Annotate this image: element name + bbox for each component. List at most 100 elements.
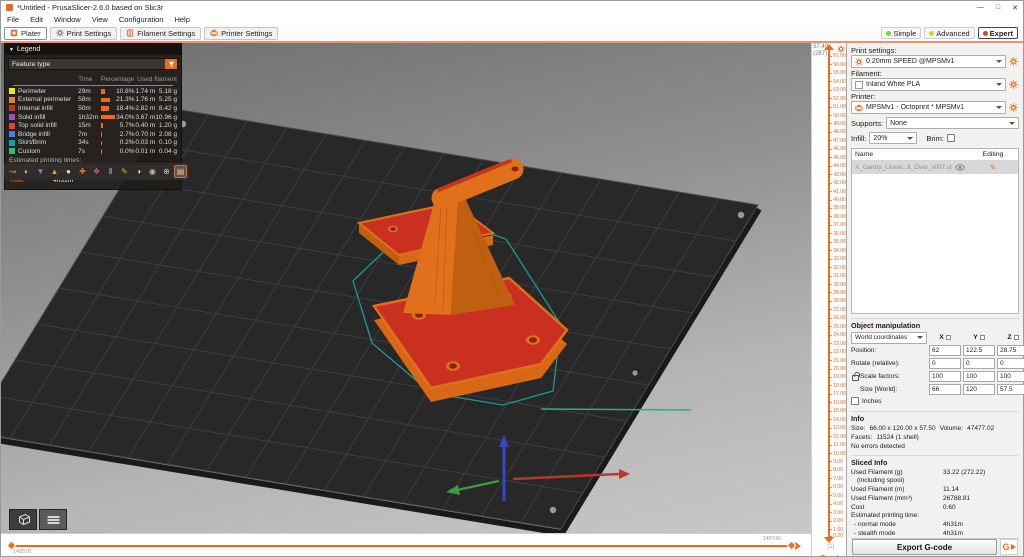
brim-checkbox[interactable] <box>947 134 955 142</box>
feature-filter-icon[interactable] <box>165 59 177 69</box>
color-changes-icon[interactable]: ❖ <box>90 165 103 178</box>
scale-factors-x-field[interactable] <box>929 371 961 382</box>
legend-toggle-icon[interactable]: ▤ <box>174 165 187 178</box>
layer-slider-handle-top[interactable] <box>824 44 834 50</box>
edit-print-settings-icon[interactable] <box>1008 57 1019 67</box>
minimize-button[interactable]: — <box>977 4 984 12</box>
position-x-field[interactable] <box>929 345 961 356</box>
inches-checkbox[interactable] <box>851 397 859 405</box>
size-world-z-field[interactable] <box>997 384 1024 395</box>
feature-color-swatch <box>9 148 15 154</box>
edit-printer-icon[interactable] <box>1008 103 1019 113</box>
rotate-relative-x-field[interactable] <box>929 358 961 369</box>
retractions-icon[interactable]: ▼ <box>34 165 47 178</box>
scale-factors-z-field[interactable] <box>997 371 1024 382</box>
uniform-scale-lock-icon[interactable] <box>852 375 859 381</box>
rotate-relative-z-field[interactable] <box>997 358 1024 369</box>
legend-header[interactable]: ▼Legend <box>5 44 181 55</box>
layer-tick: 6.00 <box>833 484 847 490</box>
position-z-field[interactable] <box>997 345 1024 356</box>
layer-tick: 19.00 <box>833 374 847 380</box>
sliced-label: Used Filament (m) <box>851 486 943 493</box>
tab-print-settings[interactable]: Print Settings <box>50 27 118 40</box>
tab-plater[interactable]: Plater <box>4 27 47 40</box>
layer-tick: 17.00 <box>833 391 847 397</box>
view-type-dropdown[interactable]: Feature type <box>8 58 178 70</box>
volume-label: Volume: <box>940 425 964 432</box>
3d-view-button[interactable] <box>9 509 37 530</box>
export-gcode-button[interactable]: Export G-code <box>852 539 997 555</box>
print-settings-label: Print settings: <box>851 46 1019 55</box>
menu-edit[interactable]: Edit <box>30 15 43 24</box>
sliced-info-title: Sliced Info <box>851 458 1019 468</box>
mode-advanced[interactable]: Advanced <box>924 27 974 39</box>
infill-dropdown[interactable]: 20% <box>869 132 917 144</box>
layer-tick: 4.00 <box>833 501 847 507</box>
print-settings-dropdown[interactable]: 0.20mm SPEED @MPSMv1 <box>851 55 1006 68</box>
legend-row-custom: Custom7s0.0%0.01 m0.04 g <box>9 147 177 156</box>
app-logo-icon <box>6 4 13 11</box>
size-world-y-field[interactable] <box>963 384 995 395</box>
time-row-stealth-mode: - stealth mode4h31m <box>851 529 1019 538</box>
layer-tick: 33.00 <box>833 256 847 262</box>
feature-label: Custom <box>18 148 40 155</box>
legend-row-top-solid-infill: Top solid infill15m5.7%0.40 m1.20 g <box>9 121 177 130</box>
menu-file[interactable]: File <box>7 15 19 24</box>
pause-prints-icon[interactable]: ‖ <box>104 165 117 178</box>
layer-tick: 15.00 <box>833 408 847 414</box>
info-title: Info <box>851 414 1019 424</box>
mode-label: Advanced <box>936 29 969 38</box>
maximize-button[interactable]: □ <box>996 4 1000 12</box>
supports-dropdown[interactable]: None <box>886 117 1019 129</box>
object-row[interactable]: X_Gantry_Linear...lt_Over_v007.stl ✎ <box>852 161 1018 174</box>
window-title: *Untitled - PrusaSlicer-2.6.0 based on S… <box>17 3 163 12</box>
deretractions-icon[interactable]: ▲ <box>48 165 61 178</box>
feature-percent-bar <box>101 89 106 94</box>
layers-view-button[interactable] <box>39 509 67 530</box>
manipulation-row-label: Scale factors: <box>851 373 927 380</box>
center-view-icon[interactable]: ⊕ <box>160 165 173 178</box>
tab-label: Filament Settings <box>137 29 195 38</box>
wipe-icon[interactable]: ◐ <box>20 165 33 178</box>
layer-tick: 46.00 <box>833 146 847 152</box>
scale-factors-y-field[interactable] <box>963 371 995 382</box>
feature-time: 1h32m <box>78 114 101 121</box>
tab-filament-settings[interactable]: Filament Settings <box>120 27 201 40</box>
edit-filament-icon[interactable] <box>1008 80 1019 90</box>
menu-help[interactable]: Help <box>174 15 189 24</box>
size-world-x-field[interactable] <box>929 384 961 395</box>
feature-percent-bar <box>101 106 109 111</box>
printer-dropdown[interactable]: MPSMv1 - Octoprint * MPSMv1 <box>851 101 1006 114</box>
send-gcode-icon[interactable]: G <box>1000 539 1018 555</box>
feature-meters: 0.03 m <box>135 139 156 146</box>
slider-settings-icon[interactable] <box>837 45 845 53</box>
menu-view[interactable]: View <box>92 15 108 24</box>
travel-icon[interactable]: ↝ <box>6 165 19 178</box>
tab-label: Printer Settings <box>221 29 272 38</box>
position-y-field[interactable] <box>963 345 995 356</box>
view-type-value: Feature type <box>12 61 50 68</box>
tab-printer-settings[interactable]: Printer Settings <box>204 27 278 40</box>
layer-slider-handle-bottom[interactable] <box>824 537 834 543</box>
object-visibility-eye-icon[interactable] <box>952 164 968 171</box>
mode-expert[interactable]: Expert <box>978 27 1018 39</box>
filament-dropdown[interactable]: Inland White PLA <box>851 78 1006 91</box>
seams-icon[interactable]: ● <box>62 165 75 178</box>
custom-gcodes-icon[interactable]: ✎ <box>118 165 131 178</box>
layer-tick: 2.00 <box>833 518 847 524</box>
menu-configuration[interactable]: Configuration <box>119 15 164 24</box>
layer-tick: 11.00 <box>833 442 847 448</box>
3d-viewport[interactable]: ▼Legend Feature type Time Percentage Use… <box>1 43 811 533</box>
coordinates-dropdown[interactable]: World coordinates <box>851 332 927 344</box>
feature-percent-bar <box>101 149 102 154</box>
close-button[interactable]: ✕ <box>1012 4 1018 12</box>
tool-marker-icon[interactable]: ◉ <box>146 165 159 178</box>
shells-icon[interactable]: ◑ <box>132 165 145 178</box>
mode-simple[interactable]: Simple <box>881 27 921 39</box>
object-edit-icon[interactable]: ✎ <box>990 163 996 172</box>
legend-row-external-perimeter: External perimeter58m21.3%1.76 m5.25 g <box>9 96 177 105</box>
menu-window[interactable]: Window <box>54 15 81 24</box>
rotate-relative-y-field[interactable] <box>963 358 995 369</box>
tool-changes-icon[interactable]: ✚ <box>76 165 89 178</box>
moves-slider-track[interactable] <box>11 545 793 547</box>
